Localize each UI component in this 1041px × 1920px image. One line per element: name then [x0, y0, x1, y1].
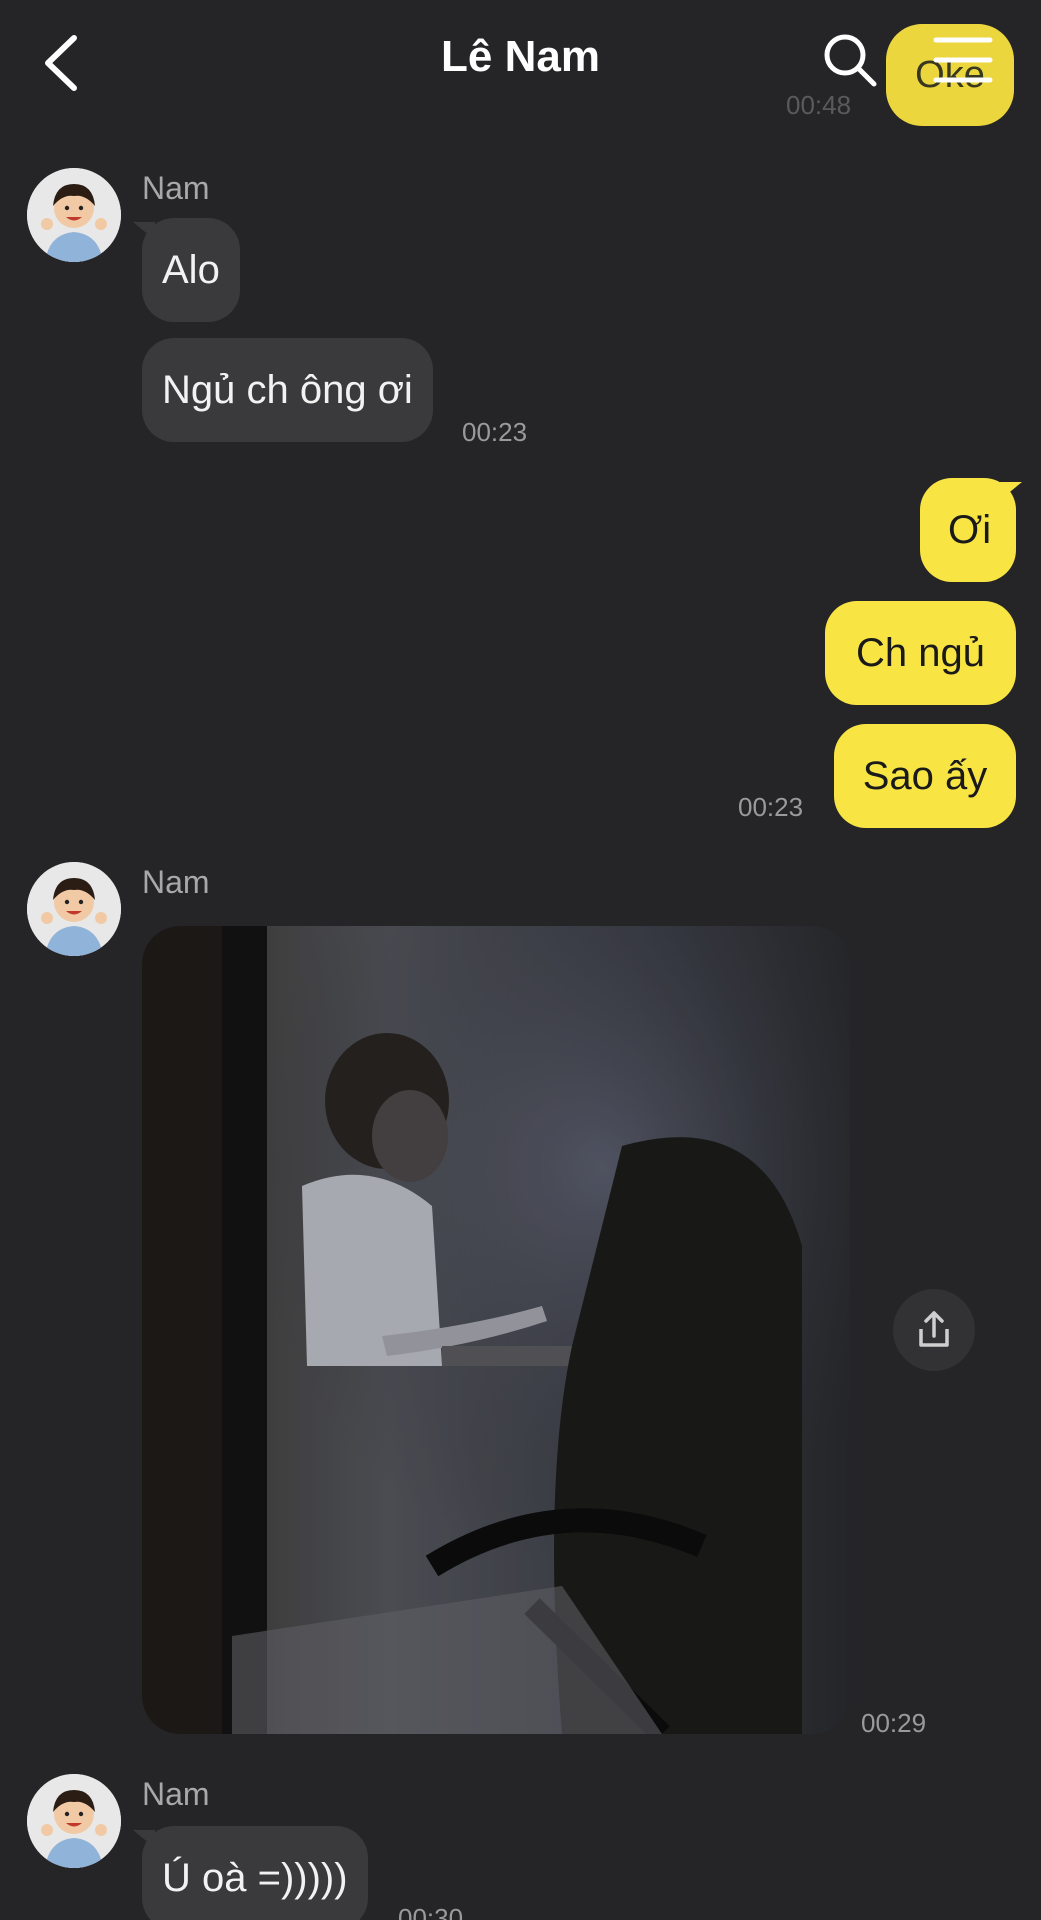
- menu-button[interactable]: [930, 30, 996, 90]
- incoming-message-bubble[interactable]: Alo: [142, 218, 240, 322]
- child-avatar-icon: [27, 168, 121, 262]
- sender-name: Nam: [142, 1776, 210, 1812]
- search-button[interactable]: [818, 28, 882, 92]
- incoming-message-bubble[interactable]: Ngủ ch ông ơi: [142, 338, 433, 442]
- message-time: 00:29: [861, 1708, 927, 1738]
- share-button[interactable]: [893, 1289, 975, 1371]
- message-time: 00:30: [398, 1903, 464, 1920]
- outgoing-message-bubble[interactable]: Ơi: [920, 478, 1016, 582]
- outgoing-message-bubble[interactable]: Sao ấy: [834, 724, 1016, 828]
- photo-image: [142, 926, 850, 1734]
- child-avatar-icon: [27, 862, 121, 956]
- avatar[interactable]: [27, 168, 121, 262]
- chat-screen: Oke 00:48 Lê Nam Nam Alo Ngủ ch ông ơi 0…: [0, 0, 1041, 1920]
- sender-name: Nam: [142, 170, 210, 206]
- chat-header: Lê Nam: [0, 0, 1041, 125]
- search-icon: [824, 34, 877, 87]
- photo-message[interactable]: [142, 926, 850, 1734]
- share-upload-icon: [919, 1311, 949, 1347]
- message-time: 00:23: [738, 792, 804, 822]
- message-time: 00:23: [462, 417, 528, 447]
- sender-name: Nam: [142, 864, 210, 900]
- conversation-title: Lê Nam: [441, 32, 600, 81]
- avatar[interactable]: [27, 862, 121, 956]
- hamburger-menu-icon: [933, 37, 993, 83]
- avatar[interactable]: [27, 1774, 121, 1868]
- incoming-message-bubble[interactable]: Ú oà =))))): [142, 1826, 368, 1920]
- child-avatar-icon: [27, 1774, 121, 1868]
- outgoing-message-bubble[interactable]: Ch ngủ: [825, 601, 1016, 705]
